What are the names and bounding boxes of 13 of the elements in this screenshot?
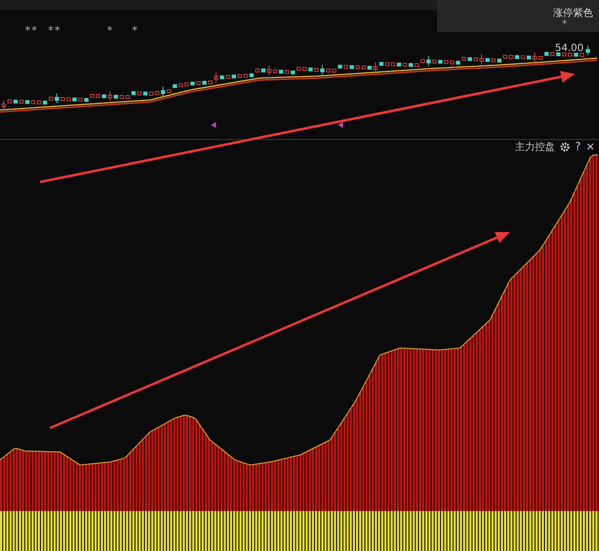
legend-label: 涨停紫色 [553,8,593,19]
indicator-title: 主力控盘 [514,140,555,154]
close-button[interactable]: × [586,141,595,153]
marker-icon [338,122,343,128]
signal-mark: * [107,24,114,37]
marker-icon [211,122,216,128]
help-button[interactable]: ? [574,141,581,153]
price-label: 54.00 [555,43,584,54]
legend-mark: * [562,19,567,30]
signal-mark: ** [25,24,38,37]
settings-icon[interactable] [560,142,570,152]
signal-mark: * [132,24,138,37]
signal-mark: ** [48,24,61,37]
